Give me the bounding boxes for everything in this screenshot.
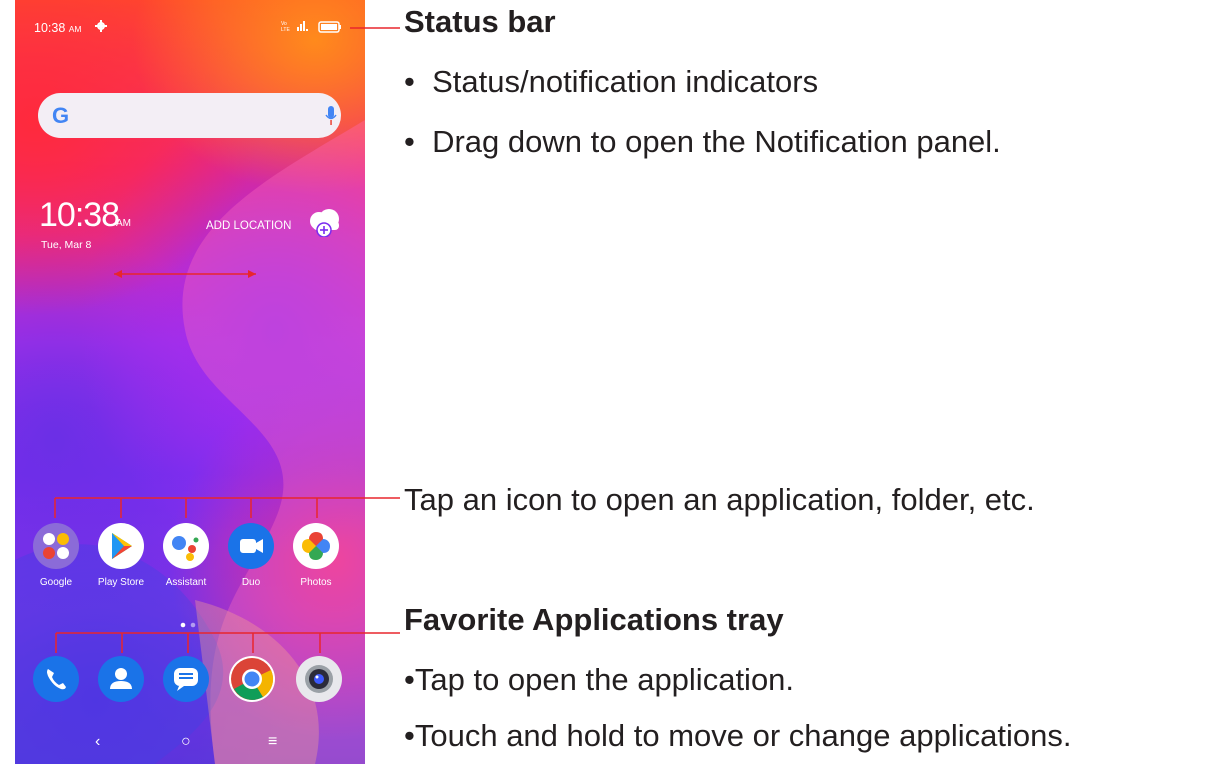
- tray-title: Favorite Applications tray: [404, 602, 784, 637]
- callout-lines: [54, 27, 400, 653]
- status-bar-title: Status bar: [404, 4, 556, 39]
- app-icons-caption: Tap an icon to open an application, fold…: [404, 482, 1035, 517]
- status-bar-bullet-2: • Drag down to open the Notification pan…: [404, 124, 1001, 159]
- tray-bullet-2: •Touch and hold to move or change applic…: [404, 718, 1072, 753]
- tray-bullet-1: •Tap to open the application.: [404, 662, 795, 697]
- status-bar-bullet-1: • Status/notification indicators: [404, 64, 819, 99]
